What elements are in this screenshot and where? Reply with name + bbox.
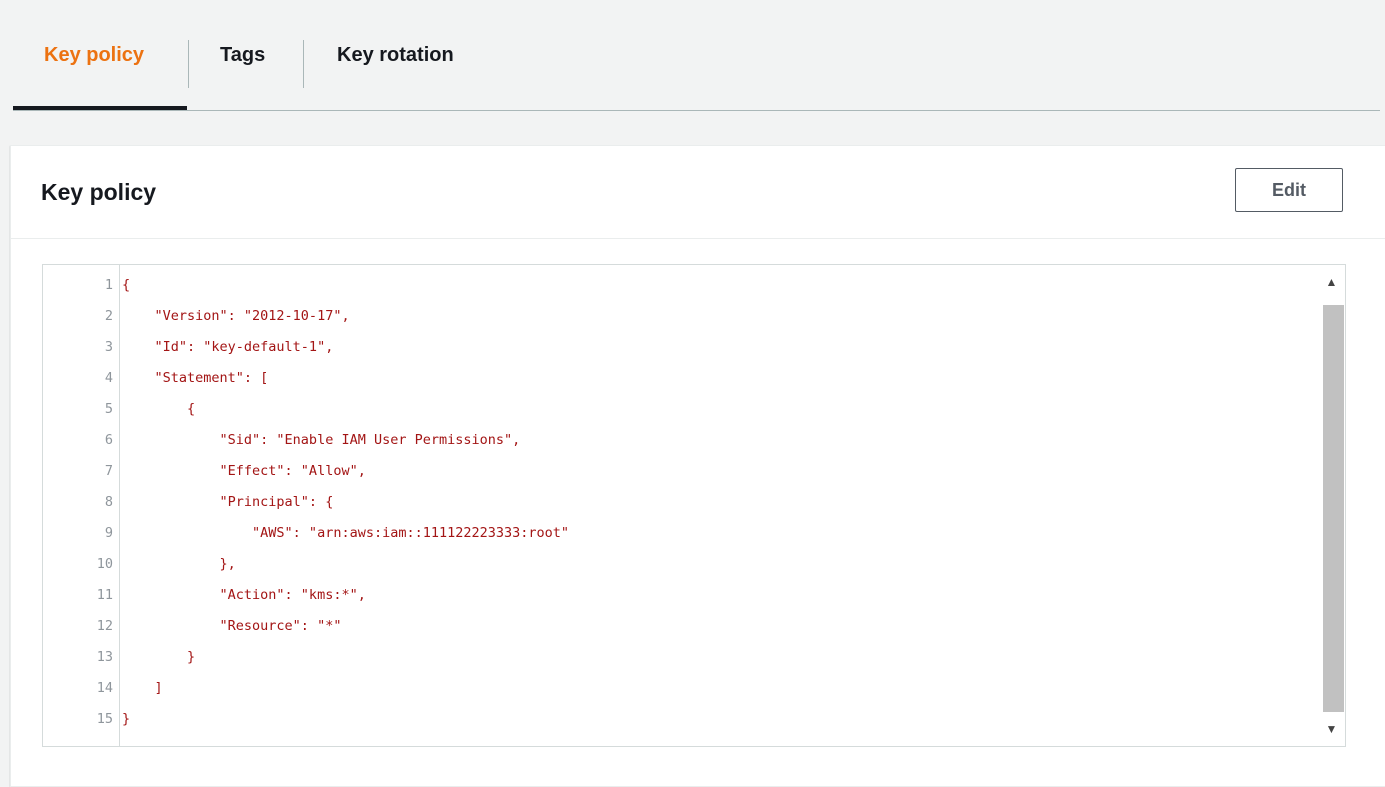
code-line: 11 "Action": "kms:*", xyxy=(43,580,1313,611)
line-number: 5 xyxy=(104,401,113,417)
line-code: { xyxy=(122,401,196,417)
line-number: 1 xyxy=(104,277,113,293)
line-code: "Effect": "Allow", xyxy=(122,463,366,479)
scroll-down-icon[interactable]: ▼ xyxy=(1318,712,1345,746)
line-number: 14 xyxy=(96,680,113,696)
line-number: 12 xyxy=(96,618,113,634)
tab-divider xyxy=(303,40,304,88)
line-number: 4 xyxy=(104,370,113,386)
line-code: ] xyxy=(122,680,163,696)
line-number: 6 xyxy=(104,432,113,448)
tab-key-policy[interactable]: Key policy xyxy=(44,44,144,84)
scrollbar-thumb[interactable] xyxy=(1323,305,1344,712)
line-code: "Action": "kms:*", xyxy=(122,587,366,603)
code-line: 15} xyxy=(43,704,1313,735)
code-line: 5 { xyxy=(43,394,1313,425)
code-line: 2 "Version": "2012-10-17", xyxy=(43,301,1313,332)
code-line: 3 "Id": "key-default-1", xyxy=(43,332,1313,363)
line-code: "Version": "2012-10-17", xyxy=(122,308,350,324)
line-code: "Statement": [ xyxy=(122,370,269,386)
edit-button[interactable]: Edit xyxy=(1235,168,1343,212)
scroll-up-icon[interactable]: ▲ xyxy=(1318,265,1345,299)
line-number: 10 xyxy=(96,556,113,572)
active-tab-indicator xyxy=(13,106,187,110)
line-number: 13 xyxy=(96,649,113,665)
line-code: "Resource": "*" xyxy=(122,618,342,634)
line-number: 15 xyxy=(96,711,113,727)
code-line: 13 } xyxy=(43,642,1313,673)
panel-header: Key policy Edit xyxy=(11,146,1385,239)
tab-tags[interactable]: Tags xyxy=(220,44,265,84)
line-code: { xyxy=(122,277,131,293)
line-number: 7 xyxy=(104,463,113,479)
panel-title: Key policy xyxy=(41,179,157,205)
line-number: 8 xyxy=(104,494,113,510)
vertical-scrollbar[interactable]: ▲ ▼ xyxy=(1318,265,1345,746)
line-number: 11 xyxy=(96,587,113,603)
tab-bar: Key policy Tags Key rotation xyxy=(13,0,1380,111)
line-number: 9 xyxy=(104,525,113,541)
policy-code-editor[interactable]: 1{2 "Version": "2012-10-17", 3 "Id": "key… xyxy=(42,264,1346,747)
line-code: } xyxy=(122,711,131,727)
tab-key-rotation[interactable]: Key rotation xyxy=(337,44,454,84)
code-line: 8 "Principal": { xyxy=(43,487,1313,518)
line-number: 2 xyxy=(104,308,113,324)
key-policy-panel: Key policy Edit 1{2 "Version": "2012-10-… xyxy=(10,145,1385,787)
code-line: 10 }, xyxy=(43,549,1313,580)
line-code: } xyxy=(122,649,196,665)
line-code: }, xyxy=(122,556,236,572)
code-line: 12 "Resource": "*" xyxy=(43,611,1313,642)
code-line: 6 "Sid": "Enable IAM User Permissions", xyxy=(43,425,1313,456)
line-code: "Id": "key-default-1", xyxy=(122,339,334,355)
tab-divider xyxy=(188,40,189,88)
line-code: "Principal": { xyxy=(122,494,334,510)
line-code: "Sid": "Enable IAM User Permissions", xyxy=(122,432,521,448)
code-line: 9 "AWS": "arn:aws:iam::111122223333:root… xyxy=(43,518,1313,549)
code-line: 7 "Effect": "Allow", xyxy=(43,456,1313,487)
code-line: 1{ xyxy=(43,270,1313,301)
line-code: "AWS": "arn:aws:iam::111122223333:root" xyxy=(122,525,570,541)
code-line: 14 ] xyxy=(43,673,1313,704)
code-line: 4 "Statement": [ xyxy=(43,363,1313,394)
line-number: 3 xyxy=(104,339,113,355)
